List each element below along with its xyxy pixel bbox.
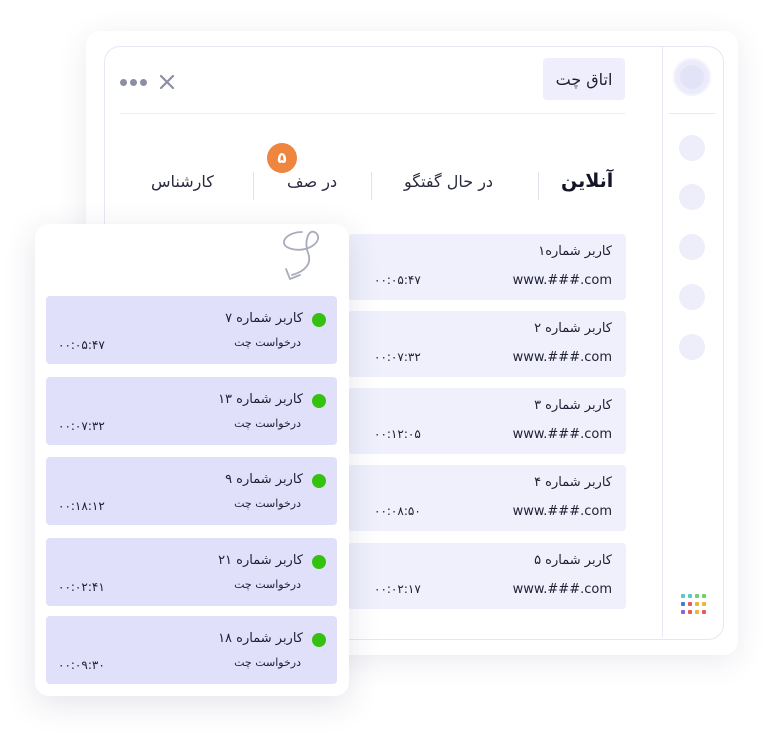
queue-status: درخواست چت [234,336,301,349]
apps-grid-cell [702,610,706,614]
queue-user-name: کاربر شماره ۹ [225,472,303,487]
curved-arrow-icon [283,230,319,280]
apps-grid-cell [695,594,699,598]
avatar[interactable] [673,58,711,96]
apps-grid-cell [702,594,706,598]
apps-grid-cell [702,602,706,606]
queue-item[interactable]: کاربر شماره ۷ درخواست چت ۰۰:۰۵:۴۷ [46,296,337,364]
queue-count-badge: ۵ [267,143,297,173]
online-status-dot [312,394,326,408]
tab-online[interactable]: آنلاین [561,170,613,196]
tab-divider [538,172,539,200]
apps-grid-cell [695,610,699,614]
chat-duration: ۰۰:۰۸:۵۰ [374,504,421,518]
apps-grid-cell [681,594,685,598]
rail-divider [668,113,716,114]
chat-row[interactable]: کاربر شماره۱ www.###.com ۰۰:۰۵:۴۷ [348,234,626,300]
queue-item[interactable]: کاربر شماره ۱۸ درخواست چت ۰۰:۰۹:۳۰ [46,616,337,684]
chat-row[interactable]: کاربر شماره ۵ www.###.com ۰۰:۰۲:۱۷ [348,543,626,609]
chat-user-name: کاربر شماره ۲ [534,321,612,336]
chat-user-name: کاربر شماره ۵ [534,553,612,568]
queue-status: درخواست چت [234,578,301,591]
rail-nav-item-3[interactable] [679,234,705,260]
apps-grid-cell [695,602,699,606]
chat-user-url: www.###.com [512,427,612,442]
chat-row[interactable]: کاربر شماره ۴ www.###.com ۰۰:۰۸:۵۰ [348,465,626,531]
apps-grid-cell [688,610,692,614]
chat-user-url: www.###.com [512,350,612,365]
chat-user-url: www.###.com [512,273,612,288]
online-status-dot [312,555,326,569]
queue-wait-time: ۰۰:۰۲:۴۱ [58,580,105,594]
tab-divider [371,172,372,200]
close-icon[interactable] [157,72,177,92]
chat-user-name: کاربر شماره ۴ [534,475,612,490]
rail-nav-item-5[interactable] [679,334,705,360]
queue-wait-time: ۰۰:۱۸:۱۲ [58,499,105,513]
chat-duration: ۰۰:۰۵:۴۷ [374,273,421,287]
apps-grid-cell [688,602,692,606]
online-status-dot [312,474,326,488]
queue-item[interactable]: کاربر شماره ۱۳ درخواست چت ۰۰:۰۷:۳۲ [46,377,337,445]
rail-nav-item-1[interactable] [679,135,705,161]
chat-user-url: www.###.com [512,582,612,597]
chat-row[interactable]: کاربر شماره ۲ www.###.com ۰۰:۰۷:۳۲ [348,311,626,377]
queue-wait-time: ۰۰:۰۵:۴۷ [58,338,105,352]
chat-row[interactable]: کاربر شماره ۳ www.###.com ۰۰:۱۲:۰۵ [348,388,626,454]
apps-grid-cell [681,610,685,614]
tab-in-conversation[interactable]: در حال گفتگو [404,172,493,198]
tab-queue[interactable]: در صف [287,172,337,198]
apps-grid-cell [681,602,685,606]
tab-divider [253,172,254,200]
online-status-dot [312,633,326,647]
apps-grid-icon[interactable] [681,594,707,618]
chat-duration: ۰۰:۰۷:۳۲ [374,350,421,364]
queue-status: درخواست چت [234,497,301,510]
tab-agent[interactable]: کارشناس [151,172,214,198]
queue-wait-time: ۰۰:۰۹:۳۰ [58,658,105,672]
online-status-dot [312,313,326,327]
apps-grid-cell [688,594,692,598]
chat-duration: ۰۰:۰۲:۱۷ [374,582,421,596]
queue-wait-time: ۰۰:۰۷:۳۲ [58,419,105,433]
chat-user-name: کاربر شماره ۳ [534,398,612,413]
header-divider [120,113,625,114]
queue-user-name: کاربر شماره ۱۸ [218,631,303,646]
queue-user-name: کاربر شماره ۷ [225,311,303,326]
rail-nav-item-4[interactable] [679,284,705,310]
chat-user-name: کاربر شماره۱ [538,244,612,259]
queue-user-name: کاربر شماره ۲۱ [218,553,303,568]
queue-item[interactable]: کاربر شماره ۹ درخواست چت ۰۰:۱۸:۱۲ [46,457,337,525]
chat-user-url: www.###.com [512,504,612,519]
queue-user-name: کاربر شماره ۱۳ [218,392,303,407]
queue-status: درخواست چت [234,417,301,430]
more-icon[interactable] [120,79,148,87]
page-title: اتاق چت [543,58,625,100]
chat-duration: ۰۰:۱۲:۰۵ [374,427,421,441]
queue-status: درخواست چت [234,656,301,669]
rail-nav-item-2[interactable] [679,184,705,210]
queue-item[interactable]: کاربر شماره ۲۱ درخواست چت ۰۰:۰۲:۴۱ [46,538,337,606]
